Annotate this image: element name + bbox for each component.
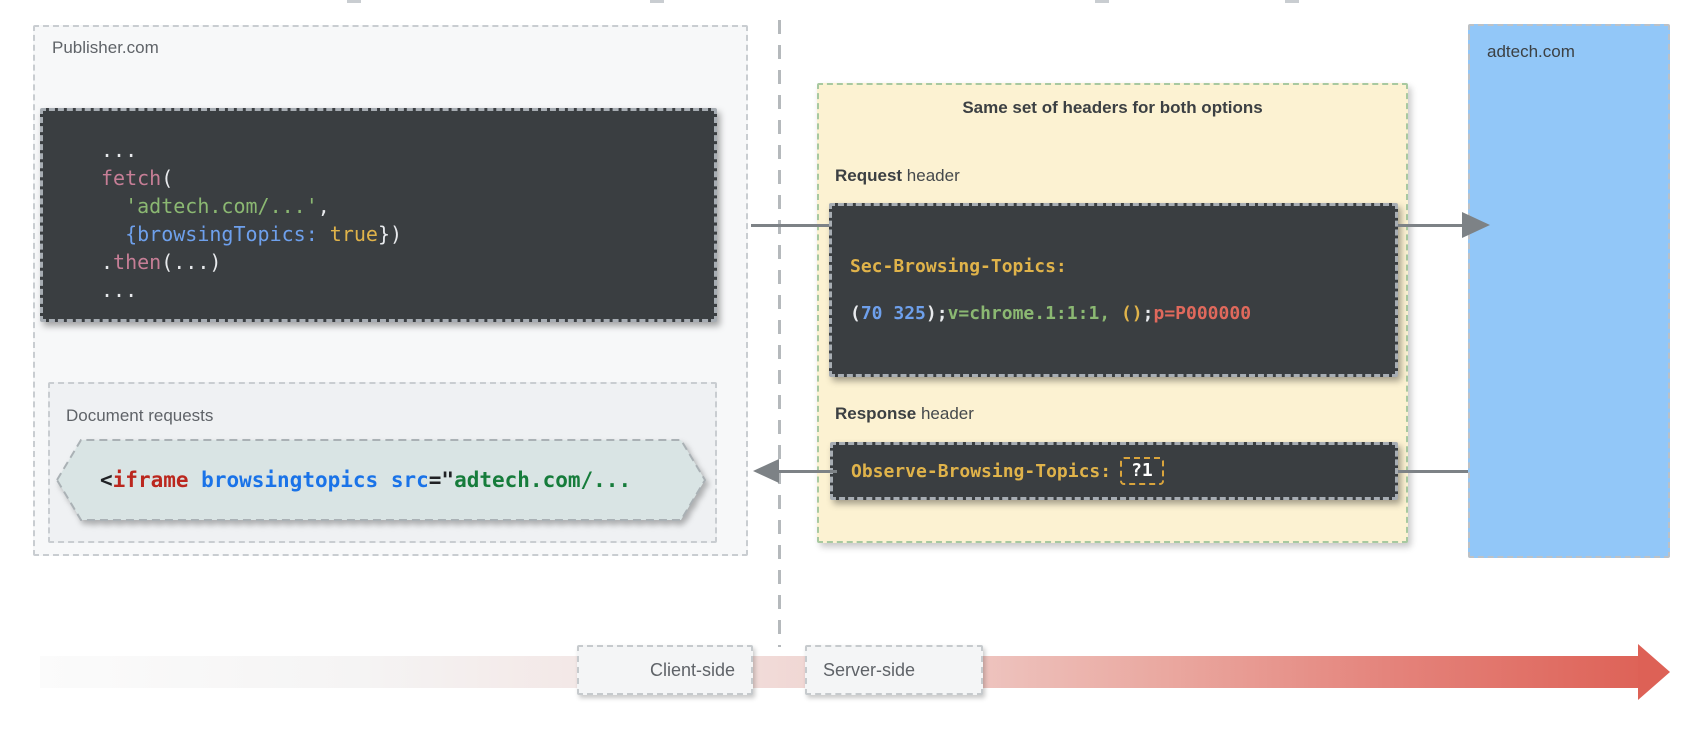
response-header-label-bold: Response — [835, 404, 916, 423]
top-crop-mark — [1285, 0, 1299, 3]
client-side-label: Client-side — [650, 660, 735, 681]
response-line-left — [777, 470, 837, 473]
request-header-label-bold: Request — [835, 166, 902, 185]
top-crop-mark — [650, 0, 664, 3]
adtech-label: adtech.com — [1487, 42, 1575, 62]
response-arrowhead-icon — [753, 459, 779, 483]
request-line-left — [751, 224, 829, 227]
server-side-box: Server-side — [805, 645, 983, 695]
fetch-code-block: ...fetch( 'adtech.com/...', {browsingTop… — [40, 108, 717, 322]
adtech-box — [1468, 24, 1670, 558]
client-server-divider — [778, 20, 781, 647]
publisher-label: Publisher.com — [52, 38, 159, 58]
response-line-right — [1398, 470, 1468, 473]
response-header-label: Response header — [835, 404, 974, 424]
request-header-block: Sec-Browsing-Topics:(70 325);v=chrome.1:… — [829, 203, 1398, 377]
request-header-label: Request header — [835, 166, 960, 186]
timeline-arrowhead-icon — [1638, 644, 1670, 700]
request-header-label-rest: header — [902, 166, 960, 185]
response-header-code: Observe-Browsing-Topics: — [851, 461, 1111, 482]
document-requests-label: Document requests — [66, 406, 213, 426]
iframe-code: <iframe browsingtopics src="adtech.com/.… — [100, 438, 660, 522]
request-arrowhead-icon — [1462, 212, 1490, 238]
request-line-right — [1398, 224, 1464, 227]
top-crop-mark — [1095, 0, 1109, 3]
top-crop-mark — [347, 0, 361, 3]
server-side-label: Server-side — [823, 660, 915, 681]
topics-api-diagram: Publisher.com ...fetch( 'adtech.com/...'… — [0, 0, 1692, 734]
observe-value-chip: ?1 — [1120, 457, 1164, 485]
response-header-block: Observe-Browsing-Topics: ?1 — [830, 442, 1398, 500]
headers-panel-title: Same set of headers for both options — [817, 98, 1408, 118]
client-side-box: Client-side — [577, 645, 753, 695]
response-header-label-rest: header — [916, 404, 974, 423]
